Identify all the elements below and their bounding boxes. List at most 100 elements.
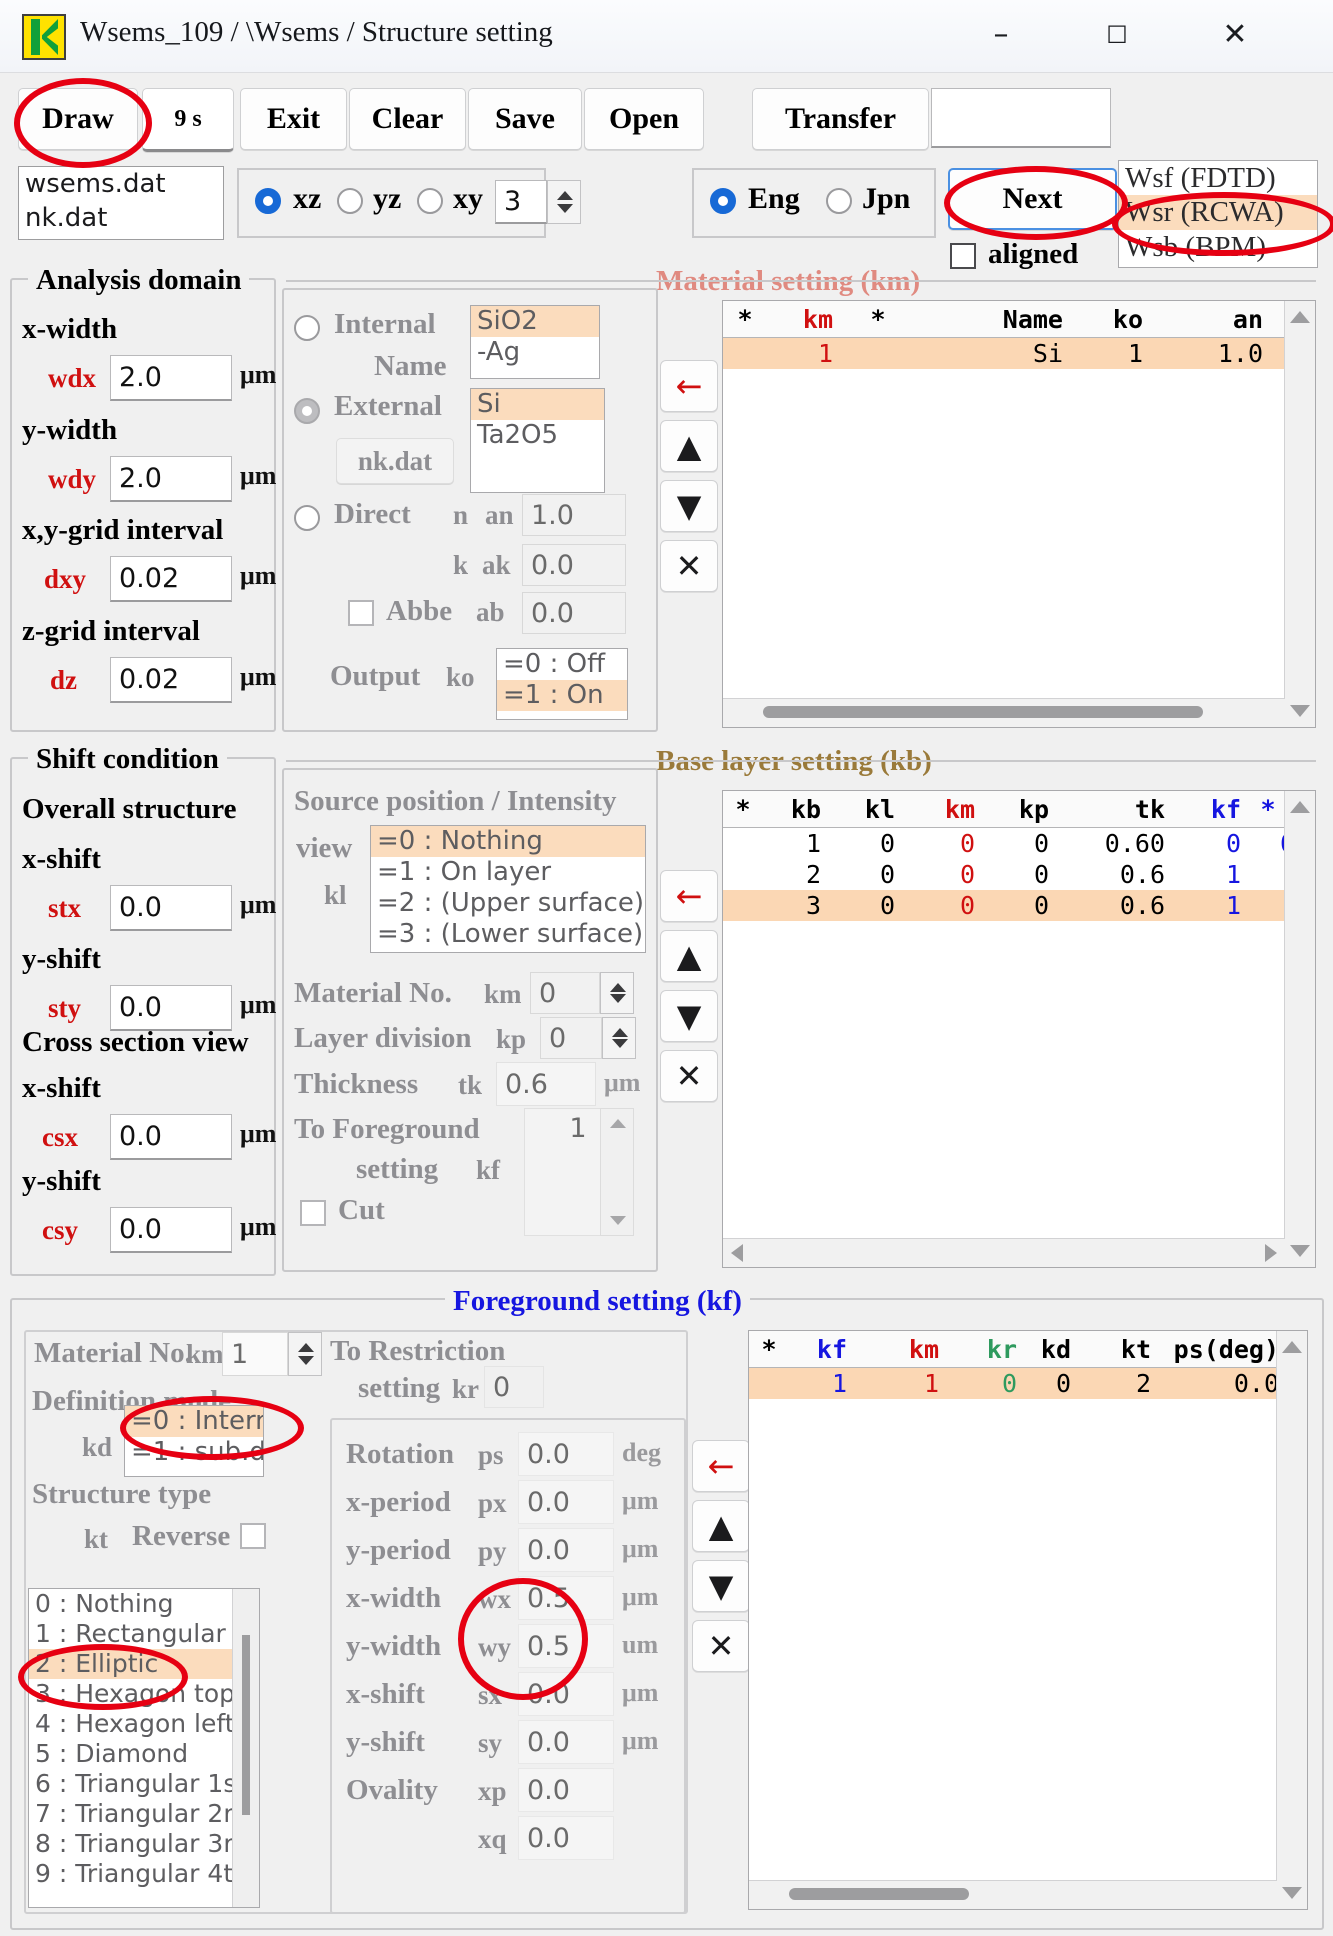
dxy-input[interactable]: 0.02 bbox=[110, 556, 232, 602]
table-row[interactable]: 2 0 0 0 0.6 1 bbox=[723, 859, 1315, 890]
kt-option-4[interactable]: 4 : Hexagon left/ri bbox=[29, 1709, 259, 1739]
scroll-up-icon[interactable] bbox=[1282, 1341, 1302, 1353]
fg-move-up-button[interactable]: ▲ bbox=[692, 1500, 750, 1552]
an-input[interactable]: 1.0 bbox=[522, 494, 626, 536]
next-button[interactable]: Next bbox=[948, 168, 1117, 230]
material-move-up-button[interactable]: ▲ bbox=[660, 420, 718, 472]
base-move-left-button[interactable]: ← bbox=[660, 870, 718, 922]
transfer-field[interactable] bbox=[931, 88, 1111, 148]
kl-option-2[interactable]: =2 : (Upper surface) bbox=[371, 888, 645, 919]
scroll-right-icon[interactable] bbox=[1265, 1244, 1277, 1262]
material-move-down-button[interactable]: ▼ bbox=[660, 480, 718, 532]
material-table-vscrollbar[interactable] bbox=[1284, 301, 1315, 727]
wdy-input[interactable]: 2.0 bbox=[110, 456, 232, 502]
base-table-vscrollbar[interactable] bbox=[1284, 791, 1315, 1267]
csx-input[interactable]: 0.0 bbox=[110, 1114, 232, 1160]
save-button[interactable]: Save bbox=[468, 88, 582, 150]
exit-button[interactable]: Exit bbox=[240, 88, 347, 150]
base-km-stepper[interactable] bbox=[600, 972, 634, 1014]
abbe-checkbox[interactable] bbox=[348, 600, 374, 626]
kd-listbox[interactable]: =0 : Internal =1 : sub.dat bbox=[124, 1405, 264, 1477]
kt-option-1[interactable]: 1 : Rectangular bbox=[29, 1619, 259, 1649]
material-table-hscrollbar[interactable] bbox=[723, 698, 1285, 727]
external-option-1[interactable]: Ta2O5 bbox=[471, 420, 604, 451]
base-km-input[interactable]: 0 bbox=[530, 972, 600, 1014]
base-table-hscrollbar[interactable] bbox=[723, 1238, 1285, 1267]
external-option-0[interactable]: Si bbox=[471, 389, 604, 421]
scroll-thumb[interactable] bbox=[242, 1635, 250, 1815]
kd-option-0[interactable]: =0 : Internal bbox=[125, 1406, 263, 1438]
base-move-down-button[interactable]: ▼ bbox=[660, 990, 718, 1042]
kt-listbox[interactable]: 0 : Nothing 1 : Rectangular 2 : Elliptic… bbox=[28, 1588, 260, 1908]
open-button[interactable]: Open bbox=[584, 88, 704, 150]
csy-input[interactable]: 0.0 bbox=[110, 1207, 232, 1253]
wdx-input[interactable]: 2.0 bbox=[110, 355, 232, 401]
fg-kr-input[interactable]: 0 bbox=[484, 1366, 544, 1408]
draw-button[interactable]: Draw bbox=[18, 88, 138, 150]
ko-option-1[interactable]: =1 : On bbox=[497, 680, 627, 712]
table-row[interactable]: 1 0 0 0 0.60 0 0 bbox=[723, 828, 1315, 859]
kl-option-1[interactable]: =1 : On layer bbox=[371, 857, 645, 888]
radio-lang-jpn[interactable] bbox=[826, 188, 852, 214]
base-table[interactable]: * kb kl km kp tk kf * 1 0 0 0 0.60 0 0 2… bbox=[722, 790, 1316, 1268]
ko-option-0[interactable]: =0 : Off bbox=[497, 649, 627, 680]
scroll-left-icon[interactable] bbox=[731, 1244, 743, 1262]
fg-table-vscrollbar[interactable] bbox=[1276, 1331, 1307, 1909]
kd-option-1[interactable]: =1 : sub.dat bbox=[125, 1437, 263, 1468]
kt-option-0[interactable]: 0 : Nothing bbox=[29, 1589, 259, 1619]
internal-option-0[interactable]: SiO2 bbox=[471, 306, 599, 338]
sx-input[interactable]: 0.0 bbox=[518, 1672, 614, 1716]
external-material-listbox[interactable]: Si Ta2O5 bbox=[470, 388, 605, 493]
table-row[interactable]: 1 1 0 0 2 0.0 bbox=[749, 1368, 1307, 1399]
kt-option-8[interactable]: 8 : Triangular 3rd- bbox=[29, 1829, 259, 1859]
material-move-left-button[interactable]: ← bbox=[660, 360, 718, 412]
reverse-checkbox[interactable] bbox=[240, 1523, 266, 1549]
xq-input[interactable]: 0.0 bbox=[518, 1816, 614, 1860]
fg-table-hscrollbar[interactable] bbox=[749, 1880, 1277, 1909]
radio-internal[interactable] bbox=[294, 315, 320, 341]
scroll-up-icon[interactable] bbox=[1290, 801, 1310, 813]
kt-option-7[interactable]: 7 : Triangular 2nd- bbox=[29, 1799, 259, 1829]
clear-button[interactable]: Clear bbox=[349, 88, 466, 150]
scroll-up-icon[interactable] bbox=[1290, 311, 1310, 323]
solver-listbox[interactable]: Wsf (FDTD) Wsr (RCWA) Wsb (BPM) bbox=[1118, 160, 1318, 268]
kt-option-9[interactable]: 9 : Triangular 4th- bbox=[29, 1859, 259, 1889]
base-kp-stepper[interactable] bbox=[602, 1017, 636, 1059]
internal-material-listbox[interactable]: SiO2 -Ag bbox=[470, 305, 600, 379]
radio-plane-yz[interactable] bbox=[337, 188, 363, 214]
solver-option-0[interactable]: Wsf (FDTD) bbox=[1119, 161, 1317, 195]
kt-option-6[interactable]: 6 : Triangular 1st- bbox=[29, 1769, 259, 1799]
radio-external[interactable] bbox=[294, 398, 320, 424]
stx-input[interactable]: 0.0 bbox=[110, 885, 232, 931]
wy-input[interactable]: 0.5 bbox=[518, 1624, 614, 1668]
nkdat-button[interactable]: nk.dat bbox=[336, 438, 454, 484]
minimize-button[interactable]: – bbox=[955, 0, 1047, 70]
ak-input[interactable]: 0.0 bbox=[522, 544, 626, 586]
dz-input[interactable]: 0.02 bbox=[110, 657, 232, 703]
wx-input[interactable]: 0.5 bbox=[518, 1576, 614, 1620]
kl-option-3[interactable]: =3 : (Lower surface) bbox=[371, 919, 645, 950]
file-list[interactable]: wsems.dat nk.dat bbox=[18, 166, 224, 240]
cut-checkbox[interactable] bbox=[300, 1200, 326, 1226]
kt-listbox-scrollbar[interactable] bbox=[232, 1589, 259, 1907]
radio-plane-xz[interactable] bbox=[255, 188, 281, 214]
fg-move-left-button[interactable]: ← bbox=[692, 1440, 750, 1492]
sy-input[interactable]: 0.0 bbox=[518, 1720, 614, 1764]
kt-option-2[interactable]: 2 : Elliptic bbox=[29, 1649, 259, 1679]
ko-listbox[interactable]: =0 : Off =1 : On bbox=[496, 648, 628, 720]
solver-option-1[interactable]: Wsr (RCWA) bbox=[1119, 195, 1317, 230]
fg-km-stepper[interactable] bbox=[288, 1332, 322, 1376]
scroll-down-icon[interactable] bbox=[1290, 705, 1310, 717]
ab-input[interactable]: 0.0 bbox=[522, 592, 626, 634]
scroll-down-icon[interactable] bbox=[1282, 1887, 1302, 1899]
transfer-button[interactable]: Transfer bbox=[752, 88, 929, 150]
hscroll-thumb[interactable] bbox=[789, 1888, 969, 1900]
radio-plane-xy[interactable] bbox=[417, 188, 443, 214]
internal-option-1[interactable]: -Ag bbox=[471, 337, 599, 368]
foreground-table[interactable]: * kf km kr kd kt ps(deg) 1 1 0 0 2 0.0 bbox=[748, 1330, 1308, 1910]
base-move-up-button[interactable]: ▲ bbox=[660, 930, 718, 982]
xp-input[interactable]: 0.0 bbox=[518, 1768, 614, 1812]
base-kp-input[interactable]: 0 bbox=[540, 1017, 602, 1059]
table-row[interactable]: 3 0 0 0 0.6 1 bbox=[723, 890, 1315, 921]
plane-index-stepper[interactable] bbox=[547, 180, 581, 224]
